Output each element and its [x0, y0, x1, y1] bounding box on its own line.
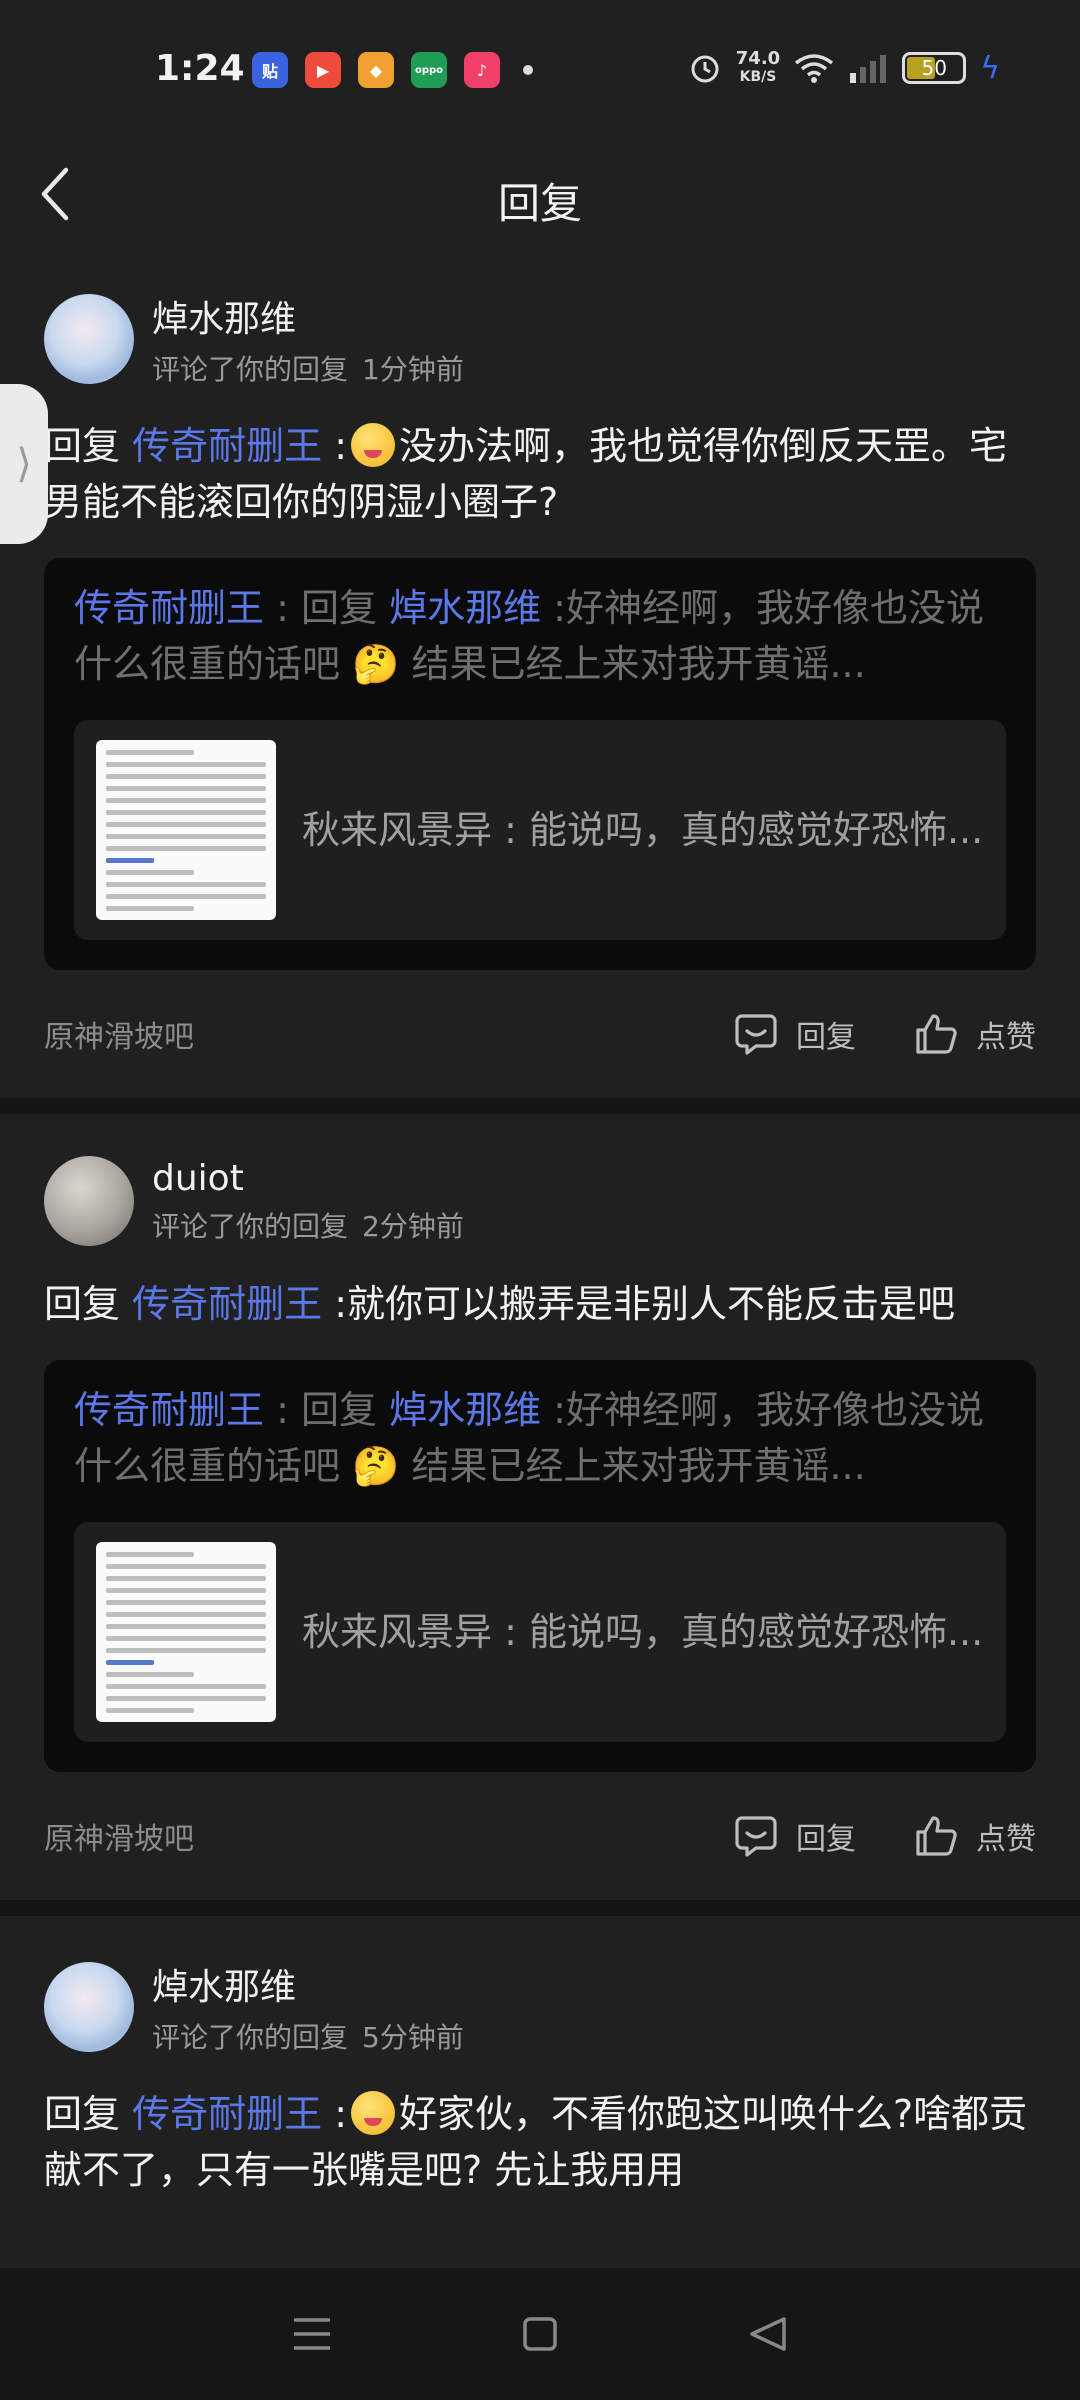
action-text: 评论了你的回复	[152, 2021, 349, 2054]
battery-indicator: 50	[902, 52, 967, 84]
action-text: 评论了你的回复	[152, 1209, 349, 1243]
avatar[interactable]	[44, 1962, 134, 2052]
like-button[interactable]: 点赞	[914, 1814, 1036, 1858]
system-navigation-bar	[0, 2268, 1080, 2400]
mention-link[interactable]: 传奇耐删王	[132, 1282, 322, 1326]
quoted-reply[interactable]: 传奇耐删王 : 回复 焯水那维 :好神经啊，我好像也没说什么很重的话吧 🤔 结果…	[44, 558, 1036, 970]
notification-meta: 评论了你的回复 5分钟前	[152, 2016, 464, 2056]
notification-meta: 评论了你的回复 2分钟前	[152, 1205, 464, 1245]
timestamp: 1分钟前	[362, 353, 464, 386]
wifi-icon	[795, 54, 834, 83]
screenshot-thumbnail[interactable]	[96, 1542, 276, 1722]
like-label: 点赞	[976, 1822, 1036, 1857]
page-title: 回复	[497, 179, 582, 228]
alarm-icon	[691, 55, 719, 83]
timestamp: 2分钟前	[362, 1209, 464, 1243]
like-button[interactable]: 点赞	[914, 1012, 1036, 1056]
thumbs-up-icon	[916, 1014, 957, 1054]
author-info: duiot 评论了你的回复 2分钟前	[152, 1158, 464, 1245]
quoted-mention[interactable]: 焯水那维	[389, 586, 541, 630]
mention-link[interactable]: 传奇耐删王	[132, 424, 322, 468]
status-bar: 1:24 贴 ▶ ◆ oppo ♪ 74.0 KB/S 50 ϟ	[0, 0, 1080, 140]
reply-notification-list[interactable]: 焯水那维 评论了你的回复 1分钟前 回复 传奇耐删王 : 没办法啊，我也觉得你倒反天罡。…	[0, 248, 1080, 2398]
music-icon: ♪	[464, 52, 500, 88]
more-notifications-dot	[523, 65, 533, 75]
video-icon: ▶	[305, 52, 341, 88]
screenshot-thumbnail[interactable]	[96, 740, 276, 920]
avatar[interactable]	[44, 1156, 134, 1246]
like-label: 点赞	[976, 1020, 1036, 1055]
reply-body: 就你可以搬弄是非别人不能反击是吧	[347, 1282, 956, 1326]
username[interactable]: 焯水那维	[152, 1958, 464, 2010]
thumbs-up-icon	[916, 1816, 957, 1856]
reply-content[interactable]: 回复 传奇耐删王 : 好家伙，不看你跑这叫唤什么?啥都贡献不了，只有一张嘴是吧? …	[44, 2086, 1036, 2198]
notification-meta: 评论了你的回复 1分钟前	[152, 348, 464, 388]
card-header: duiot 评论了你的回复 2分钟前	[44, 1114, 1036, 1246]
quoted-reply[interactable]: 传奇耐删王 : 回复 焯水那维 :好神经啊，我好像也没说什么很重的话吧 🤔 结果…	[44, 1360, 1036, 1772]
oppo-store-icon: oppo	[411, 52, 447, 88]
reply-prefix: 回复	[44, 2092, 133, 2136]
timestamp: 5分钟前	[362, 2021, 464, 2054]
comment-icon	[735, 1014, 777, 1055]
reply-separator: :	[322, 2092, 347, 2136]
reply-prefix: 回复	[44, 424, 133, 468]
quoted-mention[interactable]: 焯水那维	[389, 1388, 541, 1432]
card-header: 焯水那维评论了你的回复 5分钟前	[44, 1916, 1036, 2056]
chevron-right-icon: ⟩	[16, 441, 32, 487]
forum-name[interactable]: 原神滑坡吧	[44, 1814, 676, 1858]
reply-button[interactable]: 回复	[734, 1012, 856, 1056]
gallery-icon: ◆	[358, 52, 394, 88]
notification-card[interactable]: duiot 评论了你的回复 2分钟前回复 传奇耐删王 :就你可以搬弄是非别人不能反击…	[0, 1114, 1080, 1900]
side-drawer-handle[interactable]: ⟩	[0, 384, 48, 544]
network-speed: 74.0 KB/S	[735, 48, 781, 86]
reply-content[interactable]: 回复 传奇耐删王 : 没办法啊，我也觉得你倒反天罡。宅男能不能滚回你的阴湿小圈子?	[44, 418, 1036, 530]
notification-card[interactable]: 焯水那维 评论了你的回复 1分钟前 回复 传奇耐删王 : 没办法啊，我也觉得你倒反天罡。…	[0, 248, 1080, 1098]
quoted-text: 传奇耐删王 : 回复 焯水那维 :好神经啊，我好像也没说什么很重的话吧 🤔 结果…	[74, 1382, 1006, 1494]
reply-separator: :	[322, 424, 347, 468]
reply-prefix: 回复	[44, 1282, 133, 1326]
home-nav-icon[interactable]	[522, 2316, 558, 2352]
quoted-mid: : 回复	[264, 586, 390, 630]
original-comment[interactable]: 秋来风景异 : 能说吗，真的感觉好恐怖...	[74, 720, 1006, 940]
author-info: 焯水那维评论了你的回复 1分钟前	[152, 290, 464, 388]
reply-content[interactable]: 回复 传奇耐删王 :就你可以搬弄是非别人不能反击是吧	[44, 1276, 1036, 1332]
mention-link[interactable]: 传奇耐删王	[132, 2092, 322, 2136]
card-footer: 原神滑坡吧 回复 点赞	[44, 970, 1036, 1098]
reply-separator: :	[322, 1282, 347, 1326]
quoted-text: 传奇耐删王 : 回复 焯水那维 :好神经啊，我好像也没说什么很重的话吧 🤔 结果…	[74, 580, 1006, 692]
original-comment-text: 秋来风景异 : 能说吗，真的感觉好恐怖...	[302, 808, 984, 852]
reply-button[interactable]: 回复	[734, 1814, 856, 1858]
original-comment-text: 秋来风景异 : 能说吗，真的感觉好恐怖...	[302, 1610, 984, 1654]
top-app-bar: 回复	[0, 140, 1080, 248]
username[interactable]: duiot	[152, 1158, 464, 1199]
menu-nav-icon[interactable]	[292, 2316, 332, 2352]
emoji-icon	[351, 423, 395, 467]
tieba-icon: 贴	[252, 52, 288, 88]
emoji-icon	[351, 2091, 395, 2135]
card-footer: 原神滑坡吧 回复 点赞	[44, 1772, 1036, 1900]
forum-name[interactable]: 原神滑坡吧	[44, 1012, 676, 1056]
reply-label: 回复	[796, 1822, 856, 1857]
status-right: 74.0 KB/S 50 ϟ	[688, 50, 1000, 86]
card-header: 焯水那维评论了你的回复 1分钟前	[44, 248, 1036, 388]
back-nav-icon[interactable]	[748, 2316, 788, 2352]
original-comment[interactable]: 秋来风景异 : 能说吗，真的感觉好恐怖...	[74, 1522, 1006, 1742]
author-info: 焯水那维评论了你的回复 5分钟前	[152, 1958, 464, 2056]
action-text: 评论了你的回复	[152, 353, 349, 386]
status-time: 1:24	[155, 48, 245, 89]
signal-icon	[850, 55, 887, 83]
username[interactable]: 焯水那维	[152, 290, 464, 342]
avatar[interactable]	[44, 294, 134, 384]
quoted-mid: : 回复	[264, 1388, 390, 1432]
charging-icon: ϟ	[980, 50, 1000, 86]
quoted-author[interactable]: 传奇耐删王	[74, 1388, 264, 1432]
comment-icon	[735, 1816, 777, 1857]
reply-label: 回复	[796, 1020, 856, 1055]
quoted-author[interactable]: 传奇耐删王	[74, 586, 264, 630]
notification-app-icons: 贴 ▶ ◆ oppo ♪	[252, 52, 533, 88]
